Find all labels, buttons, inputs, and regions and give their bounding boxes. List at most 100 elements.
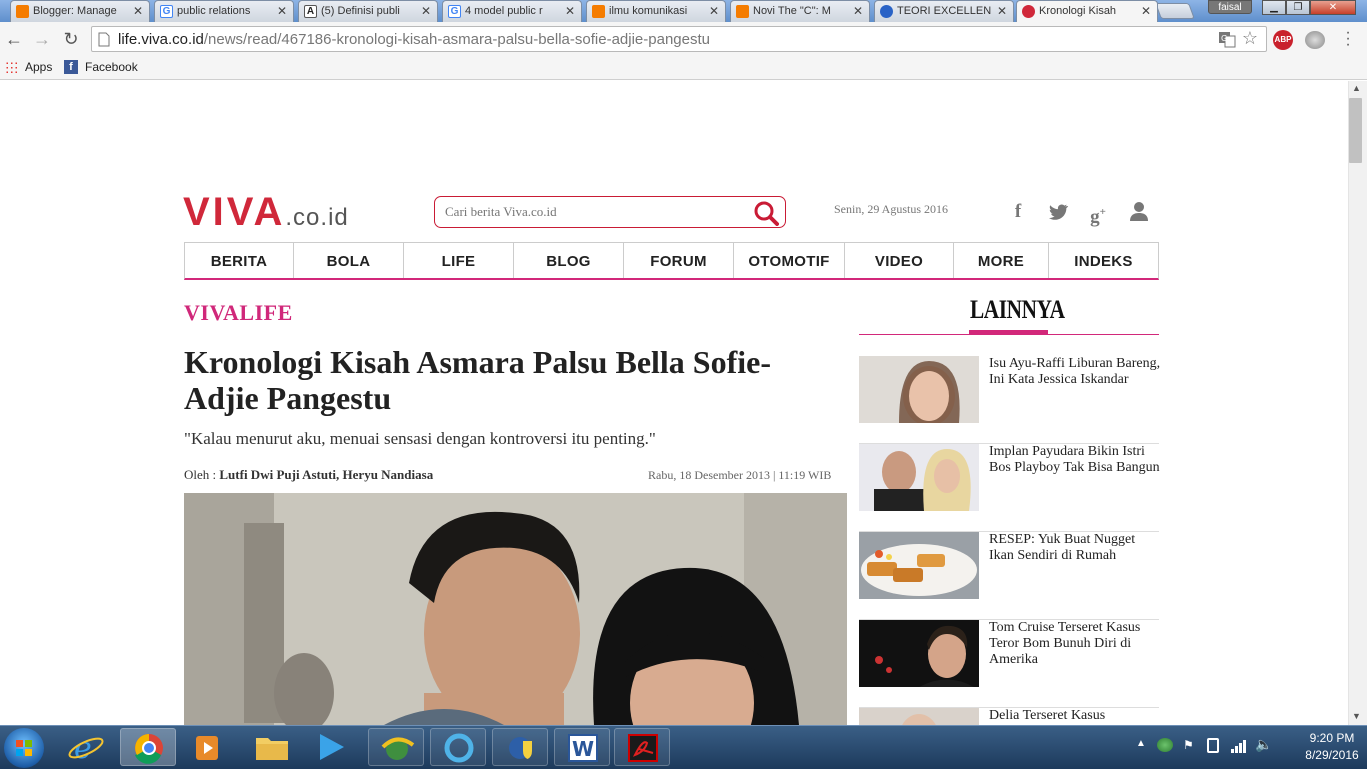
tab-ilmu-komunikasi[interactable]: ilmu komunikasi ✕ [586,0,726,22]
volume-icon[interactable]: 🔈 [1255,736,1272,753]
scroll-down-arrow-icon[interactable]: ▼ [1352,711,1361,721]
start-button[interactable] [4,728,44,768]
adblock-icon[interactable]: ABP [1273,30,1293,50]
byline-authors[interactable]: Lutfi Dwi Puji Astuti, Heryu Nandiasa [219,467,433,482]
tray-network-app-icon[interactable] [1157,738,1173,752]
sidebar-item[interactable]: Implan Payudara Bikin Istri Bos Playboy … [859,444,1161,532]
tab-title: Novi The "C": M [753,5,831,17]
reload-icon[interactable]: ↻ [60,28,82,50]
logo-main: VIVA [183,190,286,234]
search-icon[interactable] [753,200,779,226]
back-arrow-icon[interactable]: ← [3,28,25,50]
taskbar-chrome[interactable] [120,728,176,766]
close-icon[interactable]: ✕ [1141,4,1151,18]
play-icon [320,734,344,760]
tray-device-icon[interactable] [1207,738,1219,753]
nav-forum[interactable]: FORUM [624,243,734,278]
search-box[interactable] [434,196,786,228]
blogger-icon [16,5,29,18]
tab-strip: Blogger: Manage ✕ G public relations ✕ A… [0,0,1367,22]
bookmark-star-icon[interactable]: ☆ [1242,28,1258,49]
internet-explorer-icon: e [68,731,104,766]
viva-logo[interactable]: VIVA.co.id [183,192,349,238]
tray-flag-icon[interactable]: ⚑ [1183,738,1197,754]
taskbar-app-globe[interactable] [368,728,424,766]
taskbar-explorer[interactable] [244,728,300,766]
close-icon[interactable]: ✕ [421,4,431,18]
sidebar-title[interactable]: RESEP: Yuk Buat Nugget Ikan Sendiri di R… [989,532,1161,564]
sidebar-item[interactable]: Delia Terseret Kasus [859,708,1159,725]
forward-arrow-icon[interactable]: → [31,28,53,50]
close-icon[interactable]: ✕ [709,4,719,18]
sidebar-item[interactable]: Isu Ayu-Raffi Liburan Bareng, Ini Kata J… [859,356,1161,444]
close-icon[interactable]: ✕ [277,4,287,18]
sidebar-item[interactable]: RESEP: Yuk Buat Nugget Ikan Sendiri di R… [859,532,1159,620]
nav-indeks[interactable]: INDEKS [1049,243,1158,278]
sidebar-thumbnail [859,708,979,725]
show-hidden-icons-icon[interactable]: ▲ [1136,738,1146,749]
apps-icon[interactable] [5,61,18,74]
sidebar-title[interactable]: Tom Cruise Terseret Kasus Teror Bom Bunu… [989,620,1161,668]
tab-title: TEORI EXCELLEN [897,5,992,17]
tab-kronologi[interactable]: Kronologi Kisah ✕ [1016,0,1158,22]
facebook-link[interactable]: Facebook [85,60,138,74]
nav-bola[interactable]: BOLA [294,243,404,278]
scroll-up-arrow-icon[interactable]: ▲ [1352,83,1361,93]
tab-public-relations[interactable]: G public relations ✕ [154,0,294,22]
browser-toolbar: ← → ↻ life.viva.co.id/news/read/467186-k… [0,22,1367,56]
profile-button[interactable]: faisal [1208,0,1252,14]
nav-otomotif[interactable]: OTOMOTIF [734,243,845,278]
taskbar-app-network[interactable] [492,728,548,766]
section-label[interactable]: VIVALIFE [184,300,293,326]
address-bar[interactable]: life.viva.co.id/news/read/467186-kronolo… [91,26,1267,52]
twitter-icon[interactable] [1047,201,1069,223]
sidebar-title[interactable]: Delia Terseret Kasus [989,708,1159,724]
close-icon[interactable]: ✕ [565,4,575,18]
page-scrollbar[interactable]: ▲ ▼ [1348,81,1367,725]
tab-title: ilmu komunikasi [609,5,688,17]
facebook-icon[interactable]: f [1007,201,1029,223]
taskbar-app-circle[interactable] [430,728,486,766]
svg-text:e: e [74,731,92,766]
taskbar-clock[interactable]: 9:20 PM 8/29/2016 [1302,730,1362,764]
taskbar-word[interactable]: W [554,728,610,766]
scroll-thumb[interactable] [1349,98,1362,163]
close-icon[interactable]: ✕ [997,4,1007,18]
apps-link[interactable]: Apps [25,60,52,74]
translate-icon[interactable]: G [1218,31,1236,48]
sidebar-title[interactable]: Isu Ayu-Raffi Liburan Bareng, Ini Kata J… [989,356,1161,388]
maximize-button[interactable]: ❐ [1286,0,1310,15]
tab-4-model[interactable]: G 4 model public r ✕ [442,0,582,22]
taskbar-media[interactable] [180,728,236,766]
close-window-button[interactable]: ✕ [1310,0,1356,15]
taskbar-ie[interactable]: e [58,728,114,766]
extension-icon[interactable] [1305,31,1325,49]
nav-more[interactable]: MORE [954,243,1049,278]
tab-blogger[interactable]: Blogger: Manage ✕ [10,0,150,22]
close-icon[interactable]: ✕ [133,4,143,18]
user-icon[interactable] [1128,201,1150,223]
menu-icon[interactable]: · · · [1340,25,1356,53]
current-date: Senin, 29 Agustus 2016 [834,202,949,216]
close-icon[interactable]: ✕ [853,4,863,18]
signal-icon[interactable] [1230,738,1248,759]
sidebar-heading: LAINNYA [970,295,1065,324]
tab-novi[interactable]: Novi The "C": M ✕ [730,0,870,22]
taskbar-player[interactable] [304,728,360,766]
nav-berita[interactable]: BERITA [185,243,294,278]
nav-video[interactable]: VIDEO [845,243,954,278]
new-tab-button[interactable] [1155,3,1195,19]
nav-life[interactable]: LIFE [404,243,514,278]
tab-title: (5) Definisi publi [321,5,400,17]
sidebar-title[interactable]: Implan Payudara Bikin Istri Bos Playboy … [989,444,1161,476]
minimize-button[interactable]: ▁ [1262,0,1286,15]
tab-definisi[interactable]: A (5) Definisi publi ✕ [298,0,438,22]
tab-title: Kronologi Kisah [1039,5,1117,17]
google-plus-icon[interactable]: g+ [1087,201,1109,227]
sidebar-item[interactable]: Tom Cruise Terseret Kasus Teror Bom Bunu… [859,620,1159,708]
tab-teori[interactable]: TEORI EXCELLEN ✕ [874,0,1014,22]
logo-domain: .co.id [285,204,349,231]
taskbar-acrobat[interactable] [614,728,670,766]
search-input[interactable] [445,203,745,221]
nav-blog[interactable]: BLOG [514,243,624,278]
